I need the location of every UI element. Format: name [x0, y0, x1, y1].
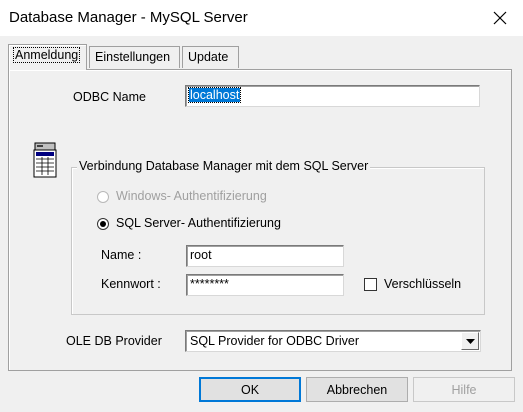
connection-groupbox: Verbindung Database Manager mit dem SQL …: [71, 159, 485, 315]
help-button-label: Hilfe: [451, 382, 477, 397]
tab-einstellungen[interactable]: Einstellungen: [89, 46, 180, 68]
dropdown-arrow-button[interactable]: [461, 332, 479, 350]
name-input[interactable]: root: [186, 245, 344, 267]
windows-auth-radio[interactable]: [97, 191, 109, 203]
cancel-button[interactable]: Abbrechen: [306, 377, 408, 402]
close-button[interactable]: [477, 0, 523, 36]
sql-auth-label: SQL Server- Authentifizierung: [116, 216, 281, 230]
password-value: ********: [190, 277, 229, 291]
odbc-name-value: localhost: [187, 87, 242, 103]
tab-update-label: Update: [188, 50, 229, 64]
dropdown-arrow-icon: [465, 338, 475, 344]
windows-auth-label: Windows- Authentifizierung: [116, 189, 267, 203]
ole-db-provider-value: SQL Provider for ODBC Driver: [190, 334, 360, 348]
name-value: root: [190, 248, 212, 262]
tab-anmeldung-label: Anmeldung: [12, 47, 81, 63]
ole-db-provider-select[interactable]: SQL Provider for ODBC Driver: [185, 330, 481, 352]
cancel-button-label: Abbrechen: [326, 382, 388, 397]
ok-button[interactable]: OK: [199, 377, 301, 402]
sql-auth-radio[interactable]: [97, 218, 109, 230]
password-input[interactable]: ********: [186, 274, 344, 296]
connection-group-title: Verbindung Database Manager mit dem SQL …: [77, 159, 371, 173]
ole-db-provider-label: OLE DB Provider: [66, 334, 162, 348]
odbc-name-label: ODBC Name: [73, 90, 146, 104]
help-button[interactable]: Hilfe: [413, 377, 515, 402]
encrypt-label: Verschlüsseln: [384, 277, 462, 291]
tab-panel-anmeldung: ODBC Name localhost Verbindung Database …: [8, 69, 512, 371]
title-bar: Database Manager - MySQL Server: [0, 0, 523, 36]
ok-button-label: OK: [240, 382, 260, 397]
tab-einstellungen-label: Einstellungen: [95, 50, 171, 64]
tab-anmeldung[interactable]: Anmeldung: [8, 44, 87, 70]
tab-update[interactable]: Update: [182, 46, 239, 68]
encrypt-checkbox[interactable]: [364, 278, 377, 291]
password-label: Kennwort :: [101, 277, 161, 291]
radio-selected-dot: [100, 221, 106, 227]
dialog-client-area: Anmeldung Einstellungen Update ODBC Name: [0, 36, 523, 412]
name-label: Name :: [101, 248, 142, 262]
close-icon: [493, 11, 507, 25]
window-title: Database Manager - MySQL Server: [9, 9, 248, 26]
database-icon: [33, 142, 57, 178]
odbc-name-input[interactable]: localhost: [185, 85, 480, 107]
